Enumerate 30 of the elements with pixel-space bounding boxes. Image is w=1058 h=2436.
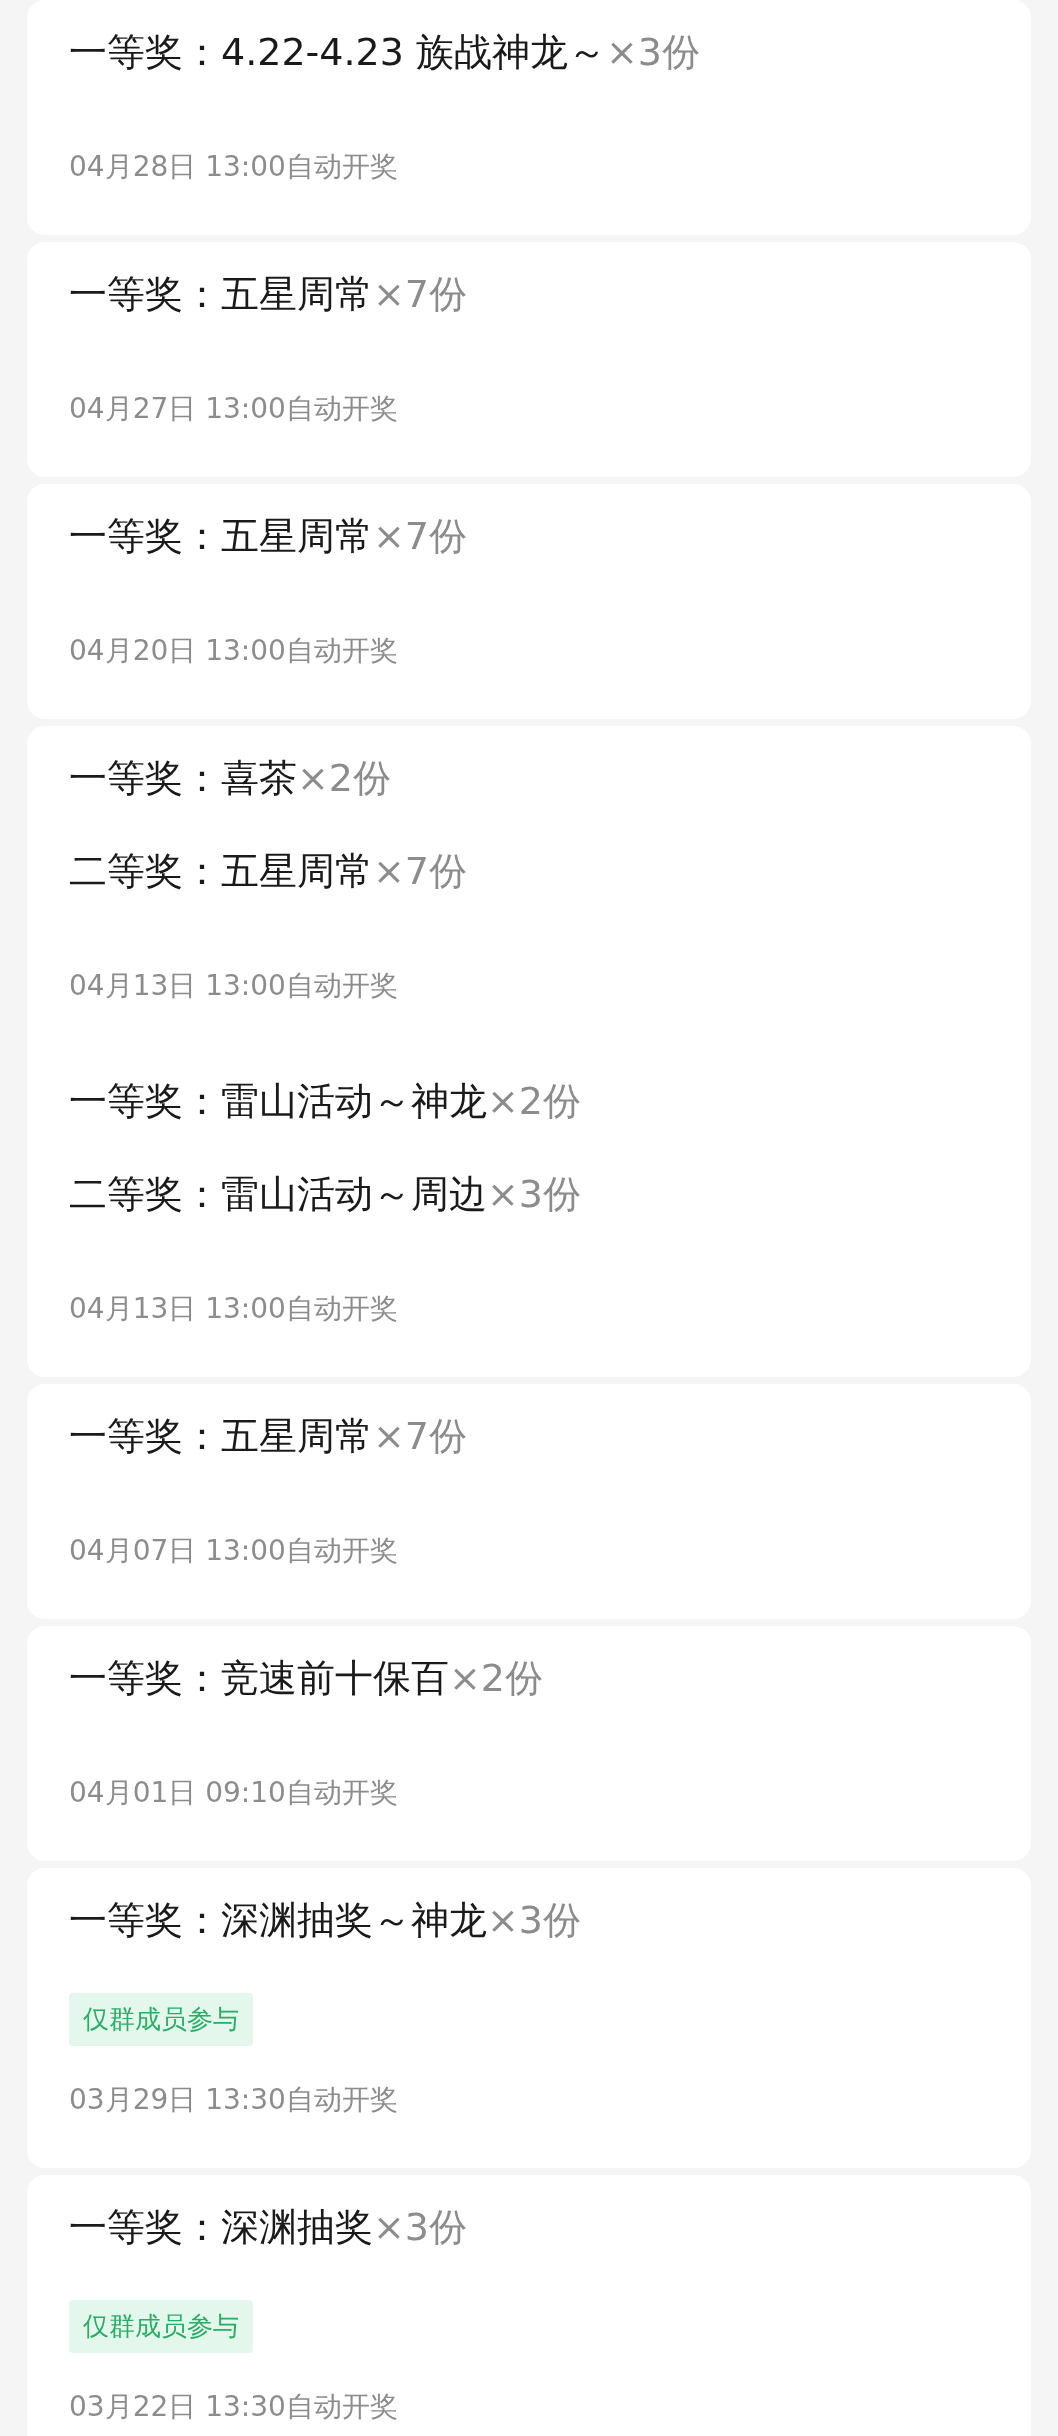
draw-time: 03月29日 13:30自动开奖 bbox=[69, 2082, 399, 2118]
lottery-card[interactable]: 一等奖：五星周常×7份 04月27日 13:00自动开奖 bbox=[27, 242, 1031, 477]
prize-line: 一等奖：深渊抽奖×3份 bbox=[69, 2204, 469, 2251]
prize-line: 一等奖：雷山活动～神龙×2份 bbox=[69, 1078, 583, 1125]
members-only-tag: 仅群成员参与 bbox=[69, 1993, 253, 2046]
prize-line: 一等奖：4.22-4.23 族战神龙～×3份 bbox=[69, 29, 702, 76]
draw-time: 04月07日 13:00自动开奖 bbox=[69, 1533, 399, 1569]
lottery-card[interactable]: 一等奖：4.22-4.23 族战神龙～×3份 04月28日 13:00自动开奖 bbox=[27, 0, 1031, 235]
prize-line: 二等奖：五星周常×7份 bbox=[69, 848, 469, 895]
prize-line: 一等奖：五星周常×7份 bbox=[69, 513, 469, 560]
prize-line: 一等奖：五星周常×7份 bbox=[69, 271, 469, 318]
draw-time: 04月13日 13:00自动开奖 bbox=[69, 1291, 399, 1327]
lottery-card[interactable]: 一等奖：深渊抽奖×3份 仅群成员参与 03月22日 13:30自动开奖 bbox=[27, 2175, 1031, 2436]
prize-line: 一等奖：喜茶×2份 bbox=[69, 755, 393, 802]
draw-time: 04月01日 09:10自动开奖 bbox=[69, 1775, 399, 1811]
draw-time: 04月13日 13:00自动开奖 bbox=[69, 968, 399, 1004]
lottery-card[interactable]: 一等奖：喜茶×2份 二等奖：五星周常×7份 04月13日 13:00自动开奖 一等奖：雷山活动～神龙×2份 二等奖：雷山活动～周边×3份 04月13日 13:00自动开奖 bbox=[27, 726, 1031, 1377]
lottery-card[interactable]: 一等奖：五星周常×7份 04月07日 13:00自动开奖 bbox=[27, 1384, 1031, 1619]
prize-line: 二等奖：雷山活动～周边×3份 bbox=[69, 1171, 583, 1218]
prize-line: 一等奖：竞速前十保百×2份 bbox=[69, 1655, 545, 1702]
prize-line: 一等奖：五星周常×7份 bbox=[69, 1413, 469, 1460]
draw-time: 04月27日 13:00自动开奖 bbox=[69, 391, 399, 427]
draw-time: 04月20日 13:00自动开奖 bbox=[69, 633, 399, 669]
lottery-card[interactable]: 一等奖：竞速前十保百×2份 04月01日 09:10自动开奖 bbox=[27, 1626, 1031, 1861]
lottery-card[interactable]: 一等奖：深渊抽奖～神龙×3份 仅群成员参与 03月29日 13:30自动开奖 bbox=[27, 1868, 1031, 2168]
lottery-card[interactable]: 一等奖：五星周常×7份 04月20日 13:00自动开奖 bbox=[27, 484, 1031, 719]
draw-time: 04月28日 13:00自动开奖 bbox=[69, 149, 399, 185]
members-only-tag: 仅群成员参与 bbox=[69, 2300, 253, 2353]
draw-time: 03月22日 13:30自动开奖 bbox=[69, 2389, 399, 2425]
prize-line: 一等奖：深渊抽奖～神龙×3份 bbox=[69, 1897, 583, 1944]
